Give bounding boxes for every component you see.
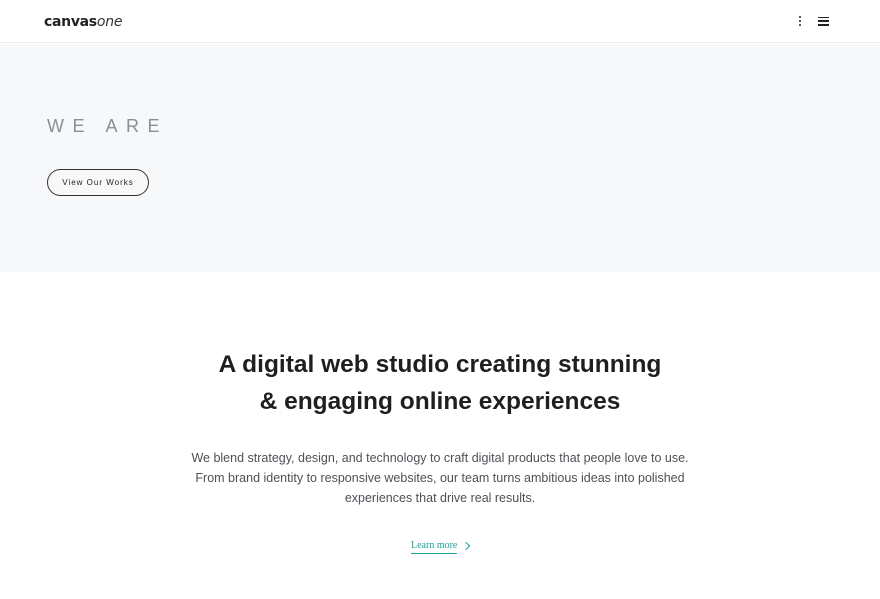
about-body-line: We blend strategy, design, and technolog…	[191, 451, 689, 465]
learn-more-label: Learn more	[411, 540, 458, 554]
about-body-text: We blend strategy, design, and technolog…	[190, 448, 690, 508]
chevron-right-icon	[462, 541, 471, 551]
logo-text-italic: one	[96, 14, 123, 30]
about-heading-line: A digital web studio creating stunning	[218, 351, 662, 378]
kebab-dot	[799, 20, 802, 23]
kebab-dot	[799, 24, 802, 27]
view-our-works-button[interactable]: View Our Works	[47, 169, 149, 196]
about-section: A digital web studio creating stunning &…	[0, 272, 880, 599]
more-vertical-icon[interactable]	[795, 14, 805, 28]
about-heading: A digital web studio creating stunning &…	[0, 346, 880, 420]
menu-icon[interactable]	[818, 15, 830, 27]
menu-bar	[818, 20, 829, 22]
kebab-dot	[799, 16, 802, 19]
hero-title: WE ARE	[47, 116, 169, 136]
about-heading-line: & engaging online experiences	[259, 388, 621, 415]
site-logo[interactable]: canvasone	[44, 12, 122, 31]
about-body-line: From brand identity to responsive websit…	[195, 471, 685, 485]
logo-text-bold: canvas	[44, 14, 97, 30]
site-header: canvasone	[0, 0, 880, 43]
learn-more-link[interactable]: Learn more	[411, 540, 471, 554]
about-body-line: experiences that drive real results.	[344, 491, 536, 505]
menu-bar	[818, 16, 829, 19]
menu-bar	[818, 24, 829, 26]
hero-section: WE ARE View Our Works	[0, 44, 880, 272]
